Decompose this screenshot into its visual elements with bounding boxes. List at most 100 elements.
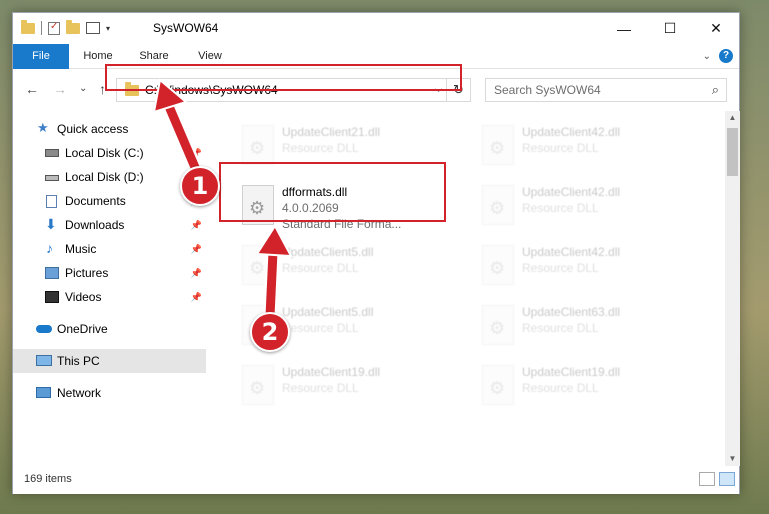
file-type: Resource DLL bbox=[522, 321, 599, 335]
sidebar-item-network[interactable]: Network bbox=[13, 381, 206, 405]
sidebar-item-local-disk-d[interactable]: Local Disk (D:) 📌 bbox=[13, 165, 206, 189]
pin-icon[interactable]: 📌 bbox=[191, 285, 202, 309]
pin-icon[interactable]: 📌 bbox=[191, 237, 202, 261]
toolbar-separator bbox=[41, 21, 42, 35]
list-item[interactable]: UpdateClient42.dll Resource DLL bbox=[472, 117, 697, 175]
window-title: SysWOW64 bbox=[153, 21, 219, 35]
music-icon: ♪ bbox=[46, 240, 53, 256]
dll-file-icon bbox=[242, 125, 274, 165]
dll-file-icon bbox=[242, 245, 274, 285]
recent-locations-button[interactable]: ⌄ bbox=[79, 83, 87, 94]
dll-file-icon bbox=[482, 305, 514, 345]
window-controls: — ☐ ✕ bbox=[601, 13, 739, 44]
sidebar-item-quick-access[interactable]: ★ Quick access bbox=[13, 117, 206, 141]
cloud-icon bbox=[36, 325, 52, 333]
file-type: Resource DLL bbox=[282, 321, 359, 335]
sidebar-item-label: Network bbox=[57, 386, 102, 400]
list-item[interactable]: UpdateClient63.dll Resource DLL bbox=[472, 297, 697, 355]
back-button[interactable]: ← bbox=[25, 81, 39, 97]
file-type: Resource DLL bbox=[522, 201, 599, 215]
minimize-button[interactable]: — bbox=[601, 13, 647, 44]
item-count: 169 items bbox=[24, 473, 72, 485]
file-name: UpdateClient5.dll bbox=[282, 305, 374, 319]
sidebar-item-label: This PC bbox=[57, 354, 100, 368]
computer-icon bbox=[36, 355, 52, 366]
navigation-pane: ★ Quick access Local Disk (C:) 📌 Local D… bbox=[13, 111, 206, 466]
sidebar-item-documents[interactable]: Documents 📌 bbox=[13, 189, 206, 213]
address-highlight-box bbox=[105, 64, 462, 91]
sidebar-item-downloads[interactable]: ⬇ Downloads 📌 bbox=[13, 213, 206, 237]
customize-dropdown-icon[interactable]: ▾ bbox=[106, 24, 110, 33]
file-name: UpdateClient19.dll bbox=[282, 365, 381, 379]
search-icon: ⌕ bbox=[711, 82, 719, 97]
download-icon: ⬇ bbox=[45, 216, 57, 232]
file-name: UpdateClient42.dll bbox=[522, 245, 621, 259]
pictures-icon bbox=[45, 267, 59, 279]
star-icon: ★ bbox=[37, 120, 49, 135]
dll-file-icon bbox=[482, 125, 514, 165]
file-type: Resource DLL bbox=[522, 381, 599, 395]
help-icon[interactable]: ? bbox=[719, 49, 733, 63]
file-name: UpdateClient5.dll bbox=[282, 245, 374, 259]
list-item[interactable]: UpdateClient19.dll Resource DLL bbox=[472, 357, 697, 415]
dll-file-icon bbox=[482, 185, 514, 225]
file-type: Resource DLL bbox=[522, 261, 599, 275]
pin-icon[interactable]: 📌 bbox=[191, 141, 202, 165]
file-type: Resource DLL bbox=[282, 381, 359, 395]
sidebar-item-this-pc[interactable]: This PC bbox=[13, 349, 206, 373]
dll-file-icon bbox=[482, 365, 514, 405]
scroll-up-icon[interactable]: ▲ bbox=[725, 111, 740, 125]
maximize-button[interactable]: ☐ bbox=[647, 13, 693, 44]
large-icons-view-icon[interactable] bbox=[719, 472, 735, 486]
ribbon-expand-icon[interactable]: ⌄ bbox=[703, 51, 711, 62]
sidebar-item-onedrive[interactable]: OneDrive bbox=[13, 317, 206, 341]
vertical-scrollbar[interactable]: ▲ ▼ bbox=[725, 111, 740, 466]
ribbon-right-controls: ⌄ ? bbox=[703, 49, 733, 63]
scroll-down-icon[interactable]: ▼ bbox=[725, 452, 740, 466]
sidebar-item-label: Local Disk (C:) bbox=[65, 146, 144, 160]
status-bar: 169 items bbox=[13, 466, 739, 494]
list-item[interactable]: UpdateClient42.dll Resource DLL bbox=[472, 237, 697, 295]
pin-icon[interactable]: 📌 bbox=[191, 213, 202, 237]
file-type: Resource DLL bbox=[522, 141, 599, 155]
tab-file[interactable]: File bbox=[13, 44, 69, 69]
pin-icon[interactable]: 📌 bbox=[191, 261, 202, 285]
documents-icon bbox=[46, 195, 57, 208]
list-item[interactable]: UpdateClient5.dll Resource DLL bbox=[232, 237, 457, 295]
search-box[interactable]: Search SysWOW64 ⌕ bbox=[485, 78, 727, 102]
properties-icon[interactable] bbox=[48, 21, 60, 35]
step-1-badge: 1 bbox=[180, 166, 220, 206]
title-bar: ▾ SysWOW64 — ☐ ✕ bbox=[13, 13, 739, 44]
sidebar-item-label: Pictures bbox=[65, 266, 109, 280]
sidebar-item-label: Downloads bbox=[65, 218, 125, 232]
network-icon bbox=[36, 387, 51, 398]
step-2-badge: 2 bbox=[250, 312, 290, 352]
details-view-icon[interactable] bbox=[699, 472, 715, 486]
folder-icon[interactable] bbox=[21, 19, 35, 34]
file-type: Resource DLL bbox=[282, 141, 359, 155]
videos-icon bbox=[45, 291, 59, 303]
scroll-thumb[interactable] bbox=[727, 128, 738, 176]
drive-icon bbox=[45, 149, 59, 157]
sidebar-item-local-disk-c[interactable]: Local Disk (C:) 📌 bbox=[13, 141, 206, 165]
new-folder-icon[interactable] bbox=[66, 19, 80, 34]
sidebar-item-videos[interactable]: Videos 📌 bbox=[13, 285, 206, 309]
sidebar-item-label: Quick access bbox=[57, 122, 129, 136]
file-type: Resource DLL bbox=[282, 261, 359, 275]
search-input[interactable]: Search SysWOW64 bbox=[494, 83, 601, 97]
sidebar-item-label: Music bbox=[65, 242, 97, 256]
quick-access-toolbar: ▾ bbox=[21, 19, 110, 35]
list-item[interactable]: UpdateClient19.dll Resource DLL bbox=[232, 357, 457, 415]
list-item[interactable]: UpdateClient42.dll Resource DLL bbox=[472, 177, 697, 235]
close-button[interactable]: ✕ bbox=[693, 13, 739, 44]
sidebar-item-pictures[interactable]: Pictures 📌 bbox=[13, 261, 206, 285]
sidebar-item-label: OneDrive bbox=[57, 322, 108, 336]
forward-button[interactable]: → bbox=[53, 81, 67, 97]
sidebar-item-music[interactable]: ♪ Music 📌 bbox=[13, 237, 206, 261]
file-highlight-box bbox=[219, 162, 446, 222]
view-icon[interactable] bbox=[86, 22, 100, 34]
sidebar-item-label: Local Disk (D:) bbox=[65, 170, 144, 184]
sidebar-item-label: Documents bbox=[65, 194, 126, 208]
drive-icon bbox=[45, 175, 59, 181]
file-name: UpdateClient63.dll bbox=[522, 305, 621, 319]
